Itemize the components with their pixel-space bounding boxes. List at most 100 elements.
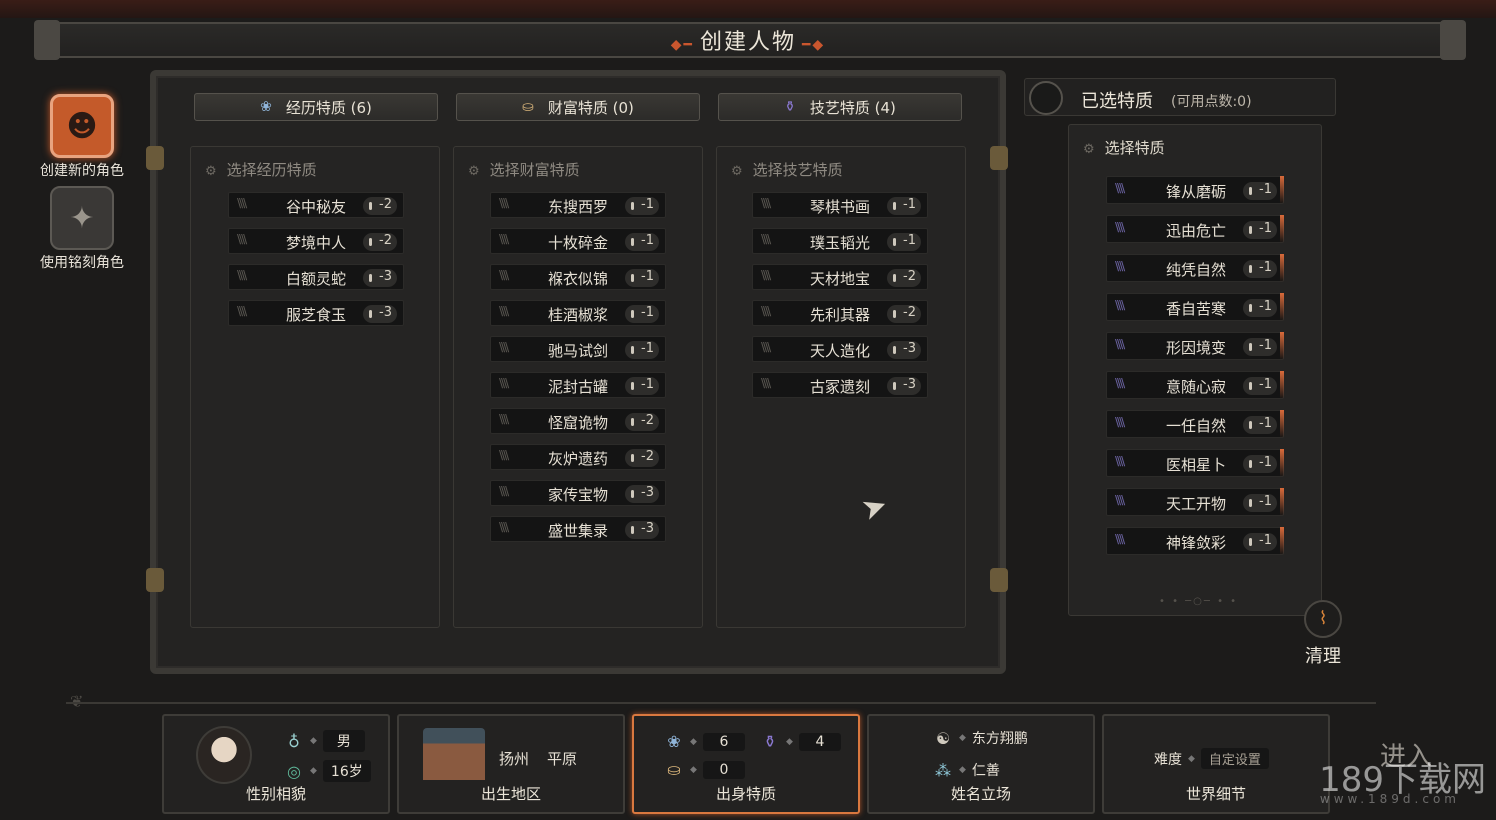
card-label: 出身特质 [715, 785, 776, 803]
selected-trait-item[interactable]: \\\\ 锋从磨砺 -1 [1106, 176, 1284, 204]
trait-item[interactable]: \\\\ 璞玉韬光 -1 [752, 228, 928, 254]
card-label: 姓名立场 [950, 785, 1011, 803]
column-header: 选择技艺特质 [752, 161, 843, 179]
world-details-card[interactable]: 难度 ◆ 自定设置 世界细节 [1102, 714, 1330, 814]
tab-label: 经历特质 (6) [285, 98, 372, 117]
top-strip [0, 0, 1496, 18]
age-value: 16岁 [322, 760, 371, 782]
selected-trait-item[interactable]: \\\\ 迅由危亡 -1 [1106, 215, 1284, 243]
selected-trait-item[interactable]: \\\\ 天工开物 -1 [1106, 488, 1284, 516]
trait-item[interactable]: \\\\ 十枚碎金 -1 [490, 228, 666, 254]
vase-icon: ⚱ [784, 99, 796, 115]
stance-value: 仁善 [971, 763, 1000, 779]
avatar [196, 726, 252, 784]
city-value: 扬州 [499, 750, 530, 768]
selected-trait-item[interactable]: \\\\ 纯凭自然 -1 [1106, 254, 1284, 282]
trait-item[interactable]: \\\\ 怪窟诡物 -2 [490, 408, 666, 434]
clear-button[interactable]: ⌇ 清理 [1298, 600, 1348, 668]
card-label: 出生地区 [480, 785, 541, 803]
selected-trait-item[interactable]: \\\\ 一任自然 -1 [1106, 410, 1284, 438]
experience-count: 6 [702, 732, 745, 751]
selected-trait-item[interactable]: \\\\ 形因境变 -1 [1106, 332, 1284, 360]
selected-trait-item[interactable]: \\\\ 香自苦寒 -1 [1106, 293, 1284, 321]
create-new-character-button[interactable]: ☻ 创建新的角色 [30, 94, 134, 180]
tab-experience-traits[interactable]: ❀ 经历特质 (6) [194, 93, 438, 121]
engraved-figure-icon: ✦ [50, 186, 114, 250]
trait-item[interactable]: \\\\ 梦境中人 -2 [228, 228, 404, 254]
fan-icon: ⚙ [468, 164, 480, 179]
tab-wealth-traits[interactable]: ⛀ 财富特质 (0) [456, 93, 700, 121]
broom-icon: ⌇ [1304, 600, 1342, 638]
divider-ornament: • • ─○─ • • [1159, 596, 1239, 607]
gender-value: 男 [322, 730, 365, 752]
experience-traits-list: ⚙ 选择经历特质 [190, 146, 440, 628]
lotus-icon: ❀ [260, 99, 272, 115]
trait-item[interactable]: \\\\ 白额灵蛇 -3 [228, 264, 404, 290]
lantern-ornament [146, 146, 164, 170]
yin-yang-icon: ☯ [935, 728, 951, 748]
ingot-icon: ⛀ [667, 760, 681, 779]
column-header: 选择特质 [1104, 139, 1165, 157]
available-points: (可用点数:0) [1171, 94, 1252, 110]
name-value: 东方翔鹏 [971, 731, 1028, 747]
card-label: 性别相貌 [245, 785, 306, 803]
lantern-ornament [990, 146, 1008, 170]
trait-item[interactable]: \\\\ 褓衣似锦 -1 [490, 264, 666, 290]
use-engraved-character-button[interactable]: ✦ 使用铭刻角色 [30, 186, 134, 272]
birthplace-card[interactable]: 扬州 平原 出生地区 [397, 714, 625, 814]
trait-item[interactable]: \\\\ 盛世集录 -3 [490, 516, 666, 542]
trait-item[interactable]: \\\\ 天材地宝 -2 [752, 264, 928, 290]
trait-item[interactable]: \\\\ 东搜西罗 -1 [490, 192, 666, 218]
gender-appearance-card[interactable]: ♁ ◆ 男 ◎ ◆ 16岁 性别相貌 [162, 714, 390, 814]
ingot-icon: ⛀ [522, 99, 534, 115]
tab-label: 技艺特质 (4) [809, 98, 896, 117]
page-title: ◆━ 创建人物 ━◆ [670, 30, 826, 55]
trait-item[interactable]: \\\\ 家传宝物 -3 [490, 480, 666, 506]
terrain-value: 平原 [547, 750, 578, 768]
trait-item[interactable]: \\\\ 谷中秘友 -2 [228, 192, 404, 218]
watermark-url: www.189d.com [1319, 792, 1460, 806]
trait-item[interactable]: \\\\ 驰马试剑 -1 [490, 336, 666, 362]
selected-traits-header: 已选特质 (可用点数:0) [1024, 78, 1336, 116]
difficulty-value: 自定设置 [1200, 748, 1269, 769]
vase-icon: ⚱ [763, 732, 777, 751]
wealth-count: 0 [702, 760, 745, 779]
tab-skill-traits[interactable]: ⚱ 技艺特质 (4) [718, 93, 962, 121]
skill-count: 4 [798, 732, 841, 751]
lantern-ornament [990, 568, 1008, 592]
column-header: 选择财富特质 [489, 161, 580, 179]
trait-item[interactable]: \\\\ 灰炉遗药 -2 [490, 444, 666, 470]
selected-trait-item[interactable]: \\\\ 意随心寂 -1 [1106, 371, 1284, 399]
trait-item[interactable]: \\\\ 古冢遗刻 -3 [752, 372, 928, 398]
trait-item[interactable]: \\\\ 琴棋书画 -1 [752, 192, 928, 218]
column-header: 选择经历特质 [226, 161, 317, 179]
card-label: 世界细节 [1185, 785, 1246, 803]
lotus-icon: ❀ [667, 732, 681, 751]
selected-trait-item[interactable]: \\\\ 医相星卜 -1 [1106, 449, 1284, 477]
selected-title: 已选特质 [1081, 91, 1153, 112]
clear-label: 清理 [1305, 646, 1341, 667]
mask-icon: ☻ [50, 94, 114, 158]
selected-trait-item[interactable]: \\\\ 神锋敛彩 -1 [1106, 527, 1284, 555]
gourd-icon: ♁ [288, 731, 300, 751]
trait-item[interactable]: \\\\ 天人造化 -3 [752, 336, 928, 362]
bottom-divider [66, 702, 1376, 704]
fan-icon: ⚙ [205, 164, 217, 179]
building-icon [423, 728, 485, 780]
jade-icon: ◎ [287, 761, 301, 781]
tab-label: 财富特质 (0) [547, 98, 634, 117]
use-engraved-label: 使用铭刻角色 [40, 255, 124, 271]
lantern-ornament [146, 568, 164, 592]
trait-item[interactable]: \\\\ 桂酒椒浆 -1 [490, 300, 666, 326]
trait-item[interactable]: \\\\ 服芝食玉 -3 [228, 300, 404, 326]
name-stance-card[interactable]: ☯ ◆ 东方翔鹏 ⁂ ◆ 仁善 姓名立场 [867, 714, 1095, 814]
beads-icon: ⁂ [935, 760, 951, 780]
trait-item[interactable]: \\\\ 先利其器 -2 [752, 300, 928, 326]
fan-icon: ⚙ [731, 164, 743, 179]
fan-icon: ⚙ [1083, 142, 1095, 157]
origin-traits-card[interactable]: ❀ ◆ 6 ⚱ ◆ 4 ⛀ ◆ 0 出身特质 [632, 714, 860, 814]
difficulty-label: 难度 [1154, 751, 1182, 768]
seal-icon [1029, 81, 1063, 115]
trait-item[interactable]: \\\\ 泥封古罐 -1 [490, 372, 666, 398]
create-new-label: 创建新的角色 [40, 163, 124, 179]
